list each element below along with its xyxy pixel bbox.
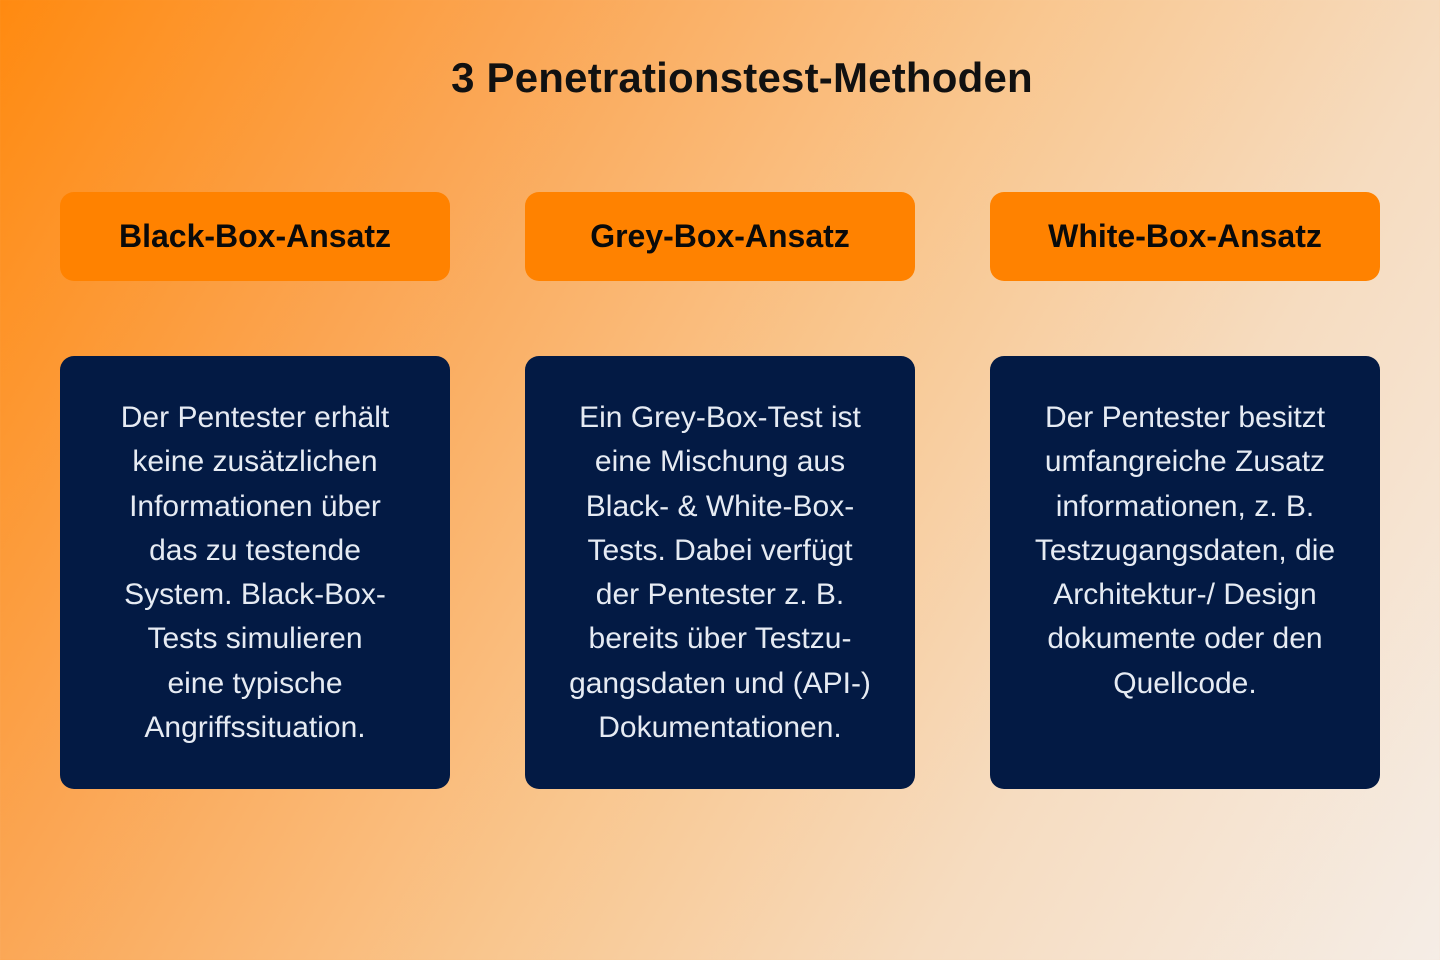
grey-box-heading: Grey-Box-Ansatz [525,192,915,281]
page-title: 3 Penetrationstest-Methoden [451,54,1033,101]
description-line: das zu testende [149,533,361,567]
description-line: Der Pentester besitzt [1044,401,1326,434]
black-box-heading: Black-Box-Ansatz [60,192,450,281]
description-line: umfangreiche Zusatz [1044,445,1326,479]
description-line: Tests. Dabei verfügt [587,533,853,567]
description-line: Informationen über [129,489,381,523]
description-line: Architektur-/ Design [1053,578,1317,612]
grey-box-description: Ein Grey-Box-Test ist eine Mischung aus … [525,356,915,789]
description-line: Angriffssituation. [144,711,366,745]
description-line: eine typische [167,666,343,700]
white-box-description: Der Pentester besitzt umfangreiche Zusat… [990,356,1380,789]
description-line: eine Mischung aus [594,445,846,479]
description-line: bereits über Testzu- [588,622,852,656]
description-line: Quellcode. [1113,666,1257,700]
description-line: System. Black-Box- [124,578,386,612]
description-line: gangsdaten und (API-) [569,666,871,700]
column-black-box: Black-Box-Ansatz Der Pentester erhält ke… [60,192,450,789]
description-line: informationen, z. B. [1055,489,1315,523]
description-line: der Pentester z. B. [595,578,845,612]
description-line: Testzugangsdaten, die [1034,533,1336,567]
column-white-box: White-Box-Ansatz Der Pentester besitzt u… [990,192,1380,789]
black-box-description: Der Pentester erhält keine zusätzlichen … [60,356,450,789]
description-line: dokumente oder den [1047,622,1323,656]
description-line: Dokumentationen. [598,711,842,745]
description-line: Tests simulieren [147,622,363,656]
description-line: Der Pentester erhält [120,401,390,434]
description-line: keine zusätzlichen [132,445,378,479]
column-grey-box: Grey-Box-Ansatz Ein Grey-Box-Test ist ei… [525,192,915,789]
description-line: Black- & White-Box- [585,489,855,523]
description-line: Ein Grey-Box-Test ist [579,401,861,434]
white-box-heading: White-Box-Ansatz [990,192,1380,281]
